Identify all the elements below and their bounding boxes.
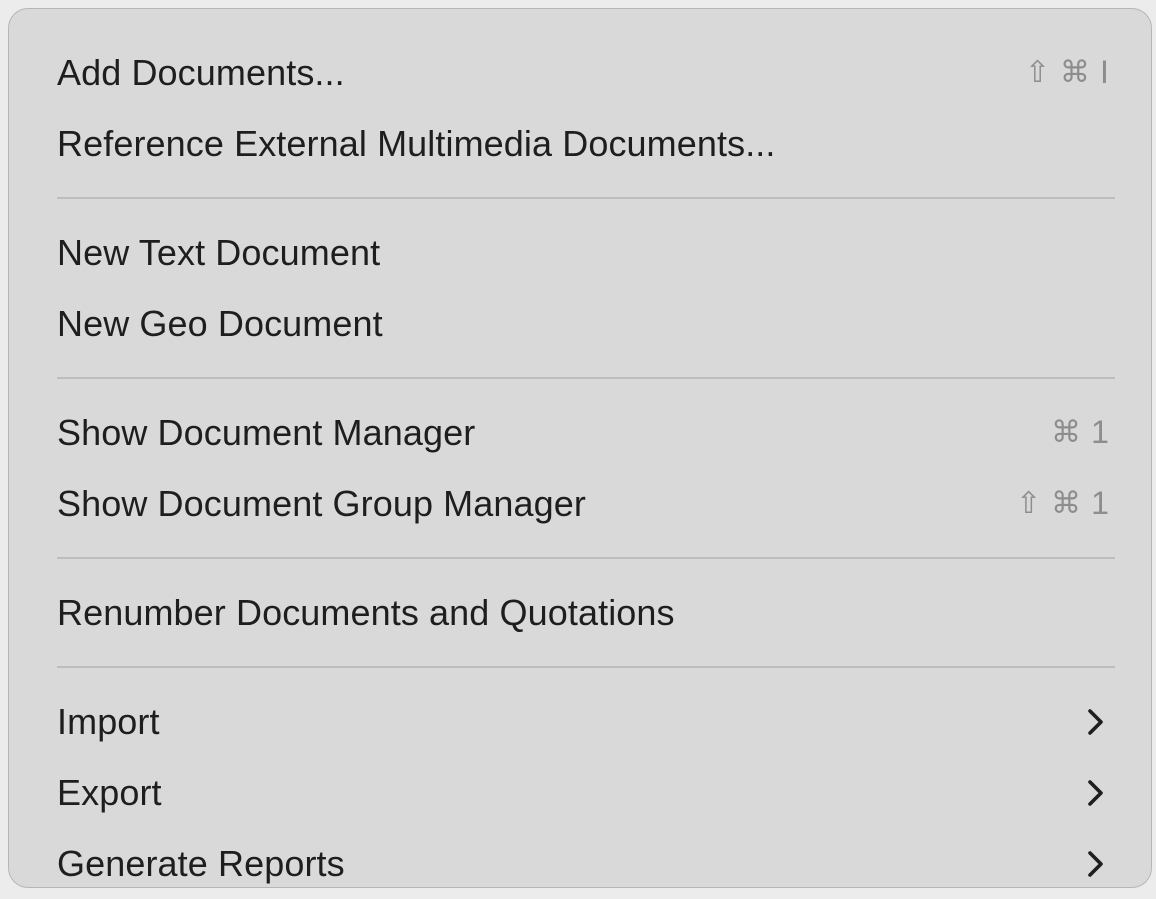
chevron-right-icon [1083,849,1109,879]
menu-separator [9,359,1151,397]
shift-command-icon: ⇧ ⌘ [1025,55,1090,90]
menu-item-label: Add Documents... [57,51,345,93]
menu-item-reference-external-multimedia[interactable]: Reference External Multimedia Documents.… [9,108,1151,179]
shift-command-icon: ⇧ ⌘ [1016,486,1082,521]
menu-item-label: Generate Reports [57,842,345,884]
menu-separator [9,539,1151,577]
command-icon: ⌘ [1050,415,1082,450]
menu-item-new-text-document[interactable]: New Text Document [9,217,1151,288]
menu-item-add-documents[interactable]: Add Documents... ⇧ ⌘ I [9,37,1151,108]
shortcut-key: 1 [1091,485,1109,521]
menu-item-new-geo-document[interactable]: New Geo Document [9,288,1151,359]
menu-item-label: Reference External Multimedia Documents.… [57,122,776,164]
menu-item-label: Show Document Manager [57,411,476,453]
chevron-right-icon [1083,778,1109,808]
menu-item-renumber-documents[interactable]: Renumber Documents and Quotations [9,577,1151,648]
menu-separator [9,648,1151,686]
menu-item-show-document-manager[interactable]: Show Document Manager ⌘ 1 [9,397,1151,468]
keyboard-shortcut: ⌘ 1 [1051,414,1109,451]
menu-item-label: New Text Document [57,231,381,273]
menu-item-label: New Geo Document [57,302,383,344]
menu-item-label: Show Document Group Manager [57,482,586,524]
menu-item-generate-reports[interactable]: Generate Reports [9,828,1151,899]
chevron-right-icon [1083,707,1109,737]
menu-item-label: Renumber Documents and Quotations [57,591,675,633]
shortcut-key: 1 [1091,414,1109,450]
menu-item-import[interactable]: Import [9,686,1151,757]
menu-separator [9,179,1151,217]
keyboard-shortcut: ⇧ ⌘ 1 [1016,485,1109,522]
menu-item-label: Import [57,700,160,742]
menu-item-label: Export [57,771,162,813]
menu-item-export[interactable]: Export [9,757,1151,828]
context-menu: Add Documents... ⇧ ⌘ I Reference Externa… [8,8,1152,888]
keyboard-shortcut: ⇧ ⌘ I [1025,54,1109,91]
menu-item-show-document-group-manager[interactable]: Show Document Group Manager ⇧ ⌘ 1 [9,468,1151,539]
shortcut-key: I [1100,54,1109,90]
